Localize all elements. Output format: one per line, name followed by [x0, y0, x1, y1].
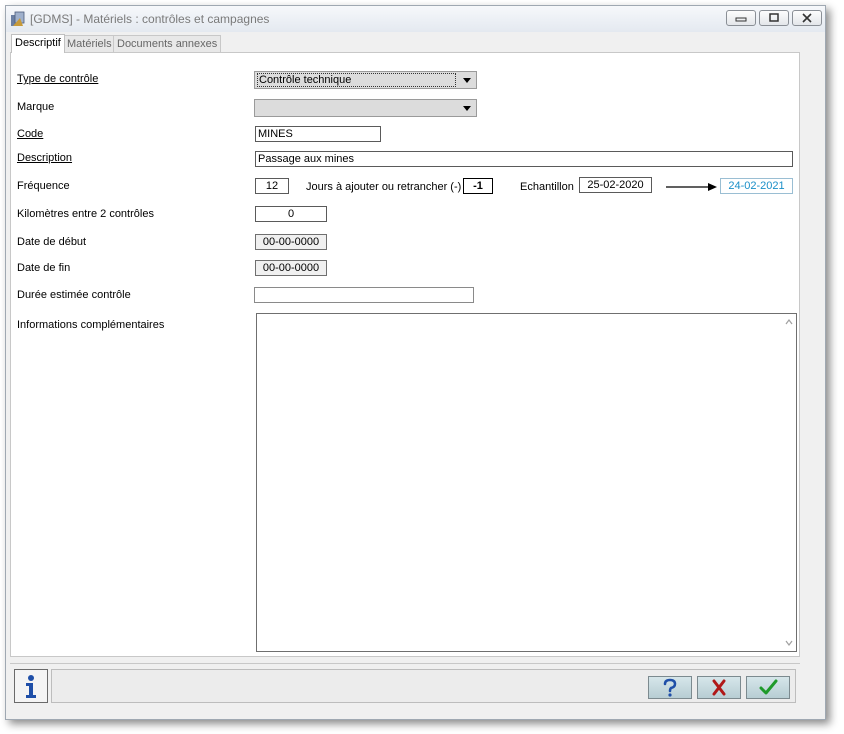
- tab-descriptif[interactable]: Descriptif: [11, 34, 65, 53]
- echeance-result: 24-02-2021: [720, 178, 793, 194]
- maximize-icon: [769, 13, 779, 22]
- echantillon-label: Echantillon: [520, 181, 574, 193]
- minimize-button[interactable]: [726, 10, 756, 26]
- ok-button[interactable]: [746, 676, 790, 699]
- date-fin-label: Date de fin: [17, 262, 71, 274]
- chevron-down-icon: [463, 78, 471, 83]
- duree-label: Durée estimée contrôle: [17, 289, 131, 301]
- minimize-icon: [735, 17, 747, 22]
- duree-input[interactable]: [254, 287, 474, 303]
- description-label: Description: [17, 152, 73, 164]
- echantillon-input[interactable]: 25-02-2020: [579, 177, 652, 193]
- main-window: [GDMS] - Matériels : contrôles et campag…: [5, 5, 826, 720]
- close-icon: [802, 13, 812, 23]
- bottom-bar: [10, 663, 800, 703]
- descriptif-panel: Type de contrôle Contrôle technique Marq…: [10, 52, 800, 657]
- type-controle-label: Type de contrôle: [17, 73, 99, 85]
- checkmark-icon: [759, 679, 778, 695]
- description-input[interactable]: Passage aux mines: [255, 151, 793, 167]
- cancel-button[interactable]: [697, 676, 741, 699]
- type-controle-select[interactable]: Contrôle technique: [254, 71, 477, 89]
- x-icon: [712, 679, 726, 696]
- date-debut-label: Date de début: [17, 236, 87, 248]
- kilometres-label: Kilomètres entre 2 contrôles: [17, 208, 154, 220]
- arrow-right-icon: [666, 183, 717, 191]
- infos-label: Informations complémentaires: [17, 319, 165, 331]
- info-icon: [26, 675, 36, 698]
- help-button[interactable]: [648, 676, 692, 699]
- close-button[interactable]: [792, 10, 822, 26]
- scroll-up-icon[interactable]: [785, 319, 793, 325]
- question-icon: [663, 678, 677, 697]
- kilometres-input[interactable]: 0: [255, 206, 327, 222]
- date-fin-input[interactable]: 00-00-0000: [255, 260, 327, 276]
- window-title: [GDMS] - Matériels : contrôles et campag…: [30, 12, 270, 26]
- tab-documents-annexes[interactable]: Documents annexes: [113, 35, 222, 52]
- marque-label: Marque: [17, 101, 55, 113]
- chevron-down-icon: [463, 106, 471, 111]
- maximize-button[interactable]: [759, 10, 789, 26]
- info-button[interactable]: [14, 669, 48, 703]
- frequence-input[interactable]: 12: [255, 178, 289, 194]
- code-label: Code: [17, 128, 44, 140]
- tab-materiels[interactable]: Matériels: [63, 35, 116, 52]
- infos-textarea[interactable]: [256, 313, 797, 652]
- code-input[interactable]: MINES: [255, 126, 381, 142]
- type-controle-value: Contrôle technique: [257, 73, 456, 87]
- scroll-down-icon[interactable]: [785, 640, 793, 646]
- app-icon: [11, 11, 25, 26]
- date-debut-input[interactable]: 00-00-0000: [255, 234, 327, 250]
- title-bar[interactable]: [GDMS] - Matériels : contrôles et campag…: [6, 6, 825, 32]
- jours-label: Jours à ajouter ou retrancher (-): [306, 181, 462, 193]
- status-area: [51, 669, 796, 703]
- jours-input[interactable]: -1: [463, 178, 493, 194]
- frequence-label: Fréquence: [17, 180, 70, 192]
- marque-select[interactable]: [254, 99, 477, 117]
